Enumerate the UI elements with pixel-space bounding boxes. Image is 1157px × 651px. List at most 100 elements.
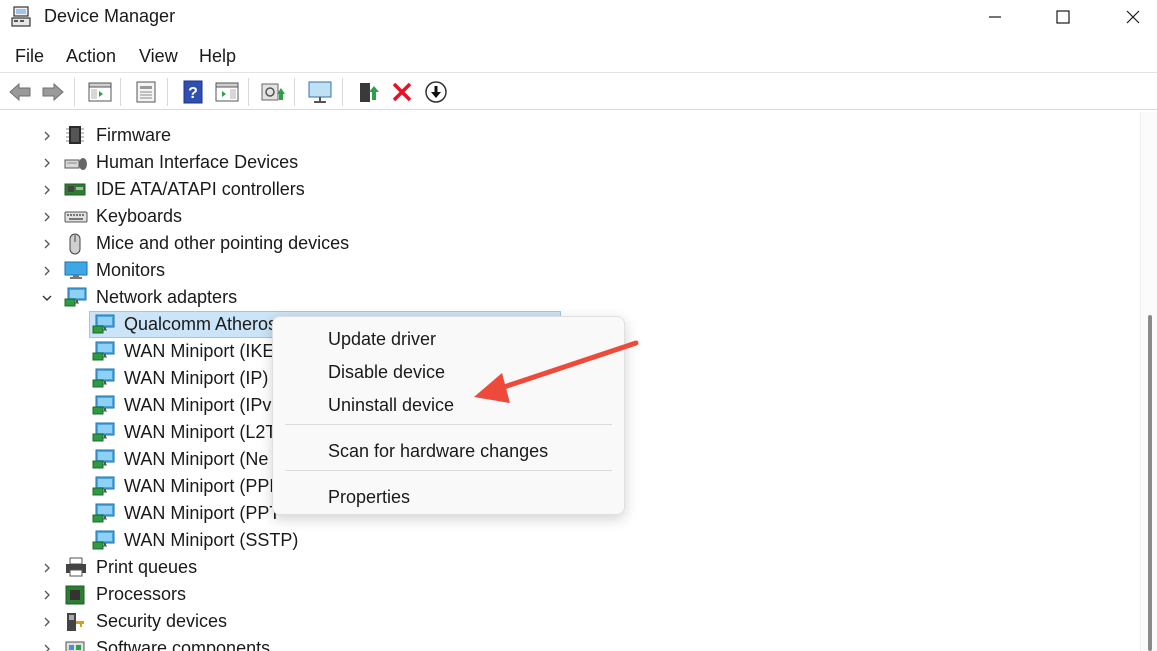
properties-button[interactable] [133,79,159,105]
firmware-chip-icon [64,125,86,145]
show-hide-console-tree-icon [88,82,112,102]
menu-help[interactable]: Help [199,46,236,67]
tree-row-label: Print queues [96,557,198,577]
menu-separator [285,470,612,471]
maximize-button[interactable] [1034,0,1092,34]
toolbar: ? [0,72,1157,110]
menu-file[interactable]: File [15,46,44,67]
scan-hardware-icon [261,83,285,101]
tree-category-row[interactable]: Security devices [0,608,1140,635]
back-button[interactable] [7,79,33,105]
chevron-right-icon[interactable] [41,156,53,168]
ide-controller-icon [64,179,86,199]
tree-category-row[interactable]: Processors [0,581,1140,608]
tree-category-row[interactable]: Human Interface Devices [0,149,1140,176]
network-adapter-icon [92,314,115,334]
toolbar-separator [294,78,295,106]
menu-bar: File Action View Help [0,40,1157,72]
monitor-icon [64,260,88,280]
close-icon [1126,10,1140,24]
tree-category-row[interactable]: Monitors [0,257,1140,284]
disable-device-icon [425,81,447,103]
help-icon: ? [183,80,203,104]
svg-text:?: ? [188,85,198,102]
help-button[interactable]: ? [180,79,206,105]
action-pane-button[interactable] [214,79,240,105]
properties-sheet-icon [136,81,156,103]
tree-category-row[interactable]: Software components [0,635,1140,651]
network-adapter-icon [92,395,115,415]
tree-device-row[interactable]: WAN Miniport (SSTP) [0,527,1140,554]
monitor-button[interactable] [307,79,333,105]
tree-category-row[interactable]: Network adapters [0,284,1140,311]
tree-row-label: Processors [96,584,187,604]
network-adapter-icon [92,503,115,523]
tree-row-label: Qualcomm Atheros [124,314,278,334]
disable-device-button[interactable] [423,79,449,105]
forward-arrow-icon [42,82,64,102]
network-adapter-icon [92,449,115,469]
toolbar-separator [120,78,121,106]
processor-icon [64,584,86,605]
menu-view[interactable]: View [139,46,178,67]
tree-category-row[interactable]: IDE ATA/ATAPI controllers [0,176,1140,203]
vertical-scrollbar[interactable] [1140,112,1157,651]
update-driver-button[interactable] [356,79,382,105]
chevron-right-icon[interactable] [41,210,53,222]
software-component-icon [64,638,86,651]
minimize-button[interactable] [966,0,1024,34]
network-adapter-icon [64,287,87,307]
forward-button[interactable] [40,79,66,105]
tree-row-label: WAN Miniport (L2T [124,422,277,442]
menu-disable-device[interactable]: Disable device [328,362,445,383]
menu-update-driver[interactable]: Update driver [328,329,436,350]
title-bar: Device Manager [0,0,1157,36]
scrollbar-thumb[interactable] [1148,315,1152,651]
toolbar-separator [248,78,249,106]
tree-row-label: Keyboards [96,206,183,226]
network-adapter-icon [92,530,115,550]
tree-row-label: WAN Miniport (SSTP) [124,530,299,550]
toolbar-separator [342,78,343,106]
tree-category-row[interactable]: Print queues [0,554,1140,581]
chevron-right-icon[interactable] [41,183,53,195]
scan-hardware-button[interactable] [260,79,286,105]
tree-row-label: Software components [96,638,271,651]
menu-separator [285,424,612,425]
network-adapter-icon [92,476,115,496]
tree-row-label: WAN Miniport (PPF [124,476,281,496]
printer-icon [64,557,86,577]
close-button[interactable] [1104,0,1157,34]
show-hide-tree-button[interactable] [87,79,113,105]
menu-properties[interactable]: Properties [328,487,410,508]
chevron-right-icon[interactable] [41,588,53,600]
action-pane-icon [215,82,239,102]
chevron-right-icon[interactable] [41,615,53,627]
window-title: Device Manager [44,6,176,26]
tree-category-row[interactable]: Mice and other pointing devices [0,230,1140,257]
tree-row-label: Security devices [96,611,228,631]
tree-row-label: Mice and other pointing devices [96,233,350,253]
chevron-down-icon[interactable] [41,291,53,303]
security-device-icon [64,611,86,631]
toolbar-separator [167,78,168,106]
tree-row-label: Firmware [96,125,171,145]
uninstall-button[interactable] [389,79,415,105]
chevron-right-icon[interactable] [41,561,53,573]
tree-row-label: Monitors [96,260,166,280]
chevron-right-icon[interactable] [41,642,53,651]
menu-scan-hardware[interactable]: Scan for hardware changes [328,441,548,462]
menu-uninstall-device[interactable]: Uninstall device [328,395,454,416]
tree-category-row[interactable]: Firmware [0,122,1140,149]
chevron-right-icon[interactable] [41,237,53,249]
tree-category-row[interactable]: Keyboards [0,203,1140,230]
chevron-right-icon[interactable] [41,129,53,141]
network-adapter-icon [92,341,115,361]
tree-row-label: IDE ATA/ATAPI controllers [96,179,305,199]
maximize-icon [1056,10,1070,24]
menu-action[interactable]: Action [66,46,116,67]
chevron-right-icon[interactable] [41,264,53,276]
hid-icon [64,152,87,172]
back-arrow-icon [9,82,31,102]
tree-row-label: WAN Miniport (Ne [124,449,269,469]
